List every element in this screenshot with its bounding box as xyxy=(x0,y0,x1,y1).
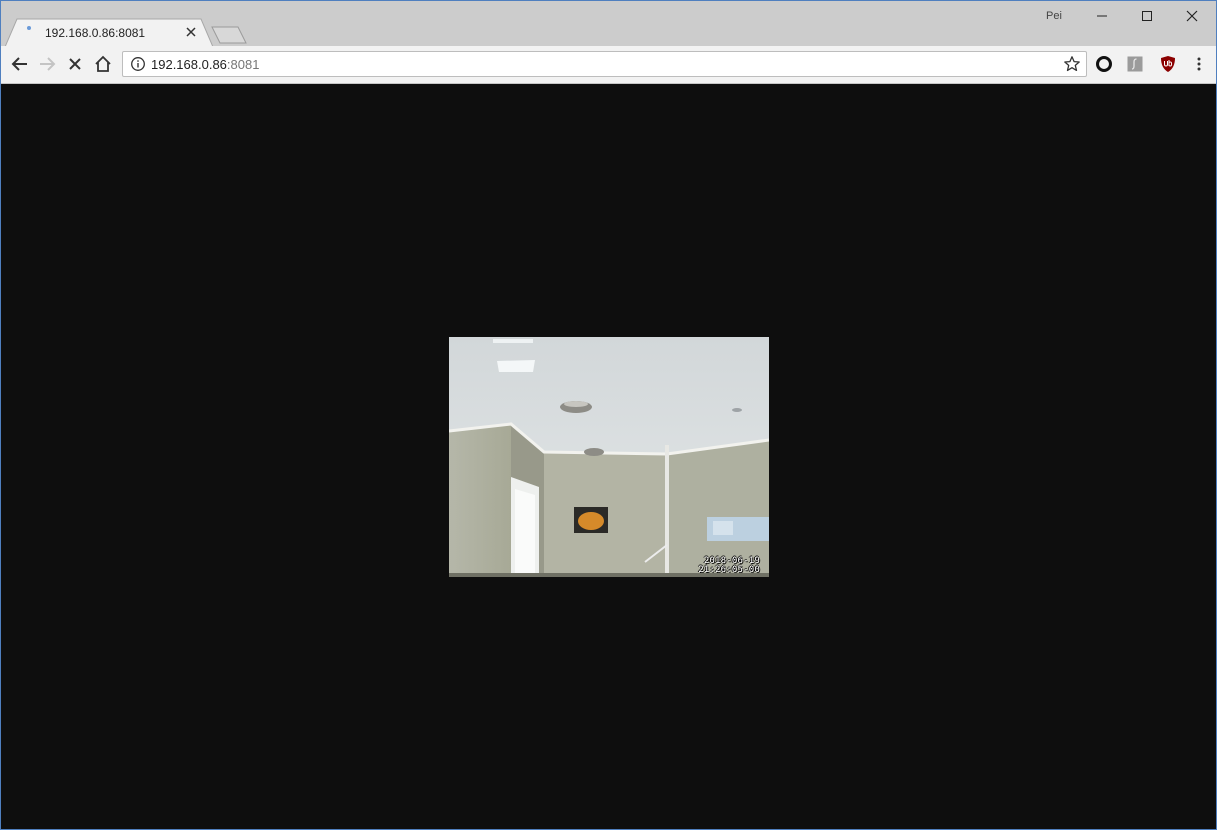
camera-stream-image: 2018-06-19 21:26:05-00 xyxy=(449,337,769,577)
arrow-left-icon xyxy=(11,57,27,71)
camera-timestamp-time: 21:26:05-00 xyxy=(698,565,760,575)
title-bar: 192.168.0.86:8081 Pei xyxy=(1,1,1216,47)
ring-extension-button[interactable] xyxy=(1094,54,1114,74)
close-window-button[interactable] xyxy=(1169,1,1214,31)
forward-button[interactable] xyxy=(35,52,59,76)
home-icon xyxy=(95,55,111,72)
star-icon[interactable] xyxy=(1063,55,1081,73)
kebab-menu-icon xyxy=(1197,57,1201,71)
home-button[interactable] xyxy=(91,52,115,76)
ring-extension-icon xyxy=(1096,56,1112,72)
info-icon[interactable] xyxy=(130,56,146,72)
loading-favicon-icon xyxy=(27,26,31,30)
stop-loading-button[interactable] xyxy=(63,52,87,76)
minimize-button[interactable] xyxy=(1079,1,1124,31)
ublock-shield-icon xyxy=(1161,56,1175,72)
browser-tab[interactable]: 192.168.0.86:8081 xyxy=(5,18,213,47)
new-tab-button[interactable] xyxy=(210,25,248,45)
browser-toolbar: 192.168.0.86:8081 xyxy=(1,46,1216,84)
camera-timestamp: 2018-06-19 21:26:05-00 xyxy=(698,557,760,575)
address-host: 192.168.0.86 xyxy=(151,57,227,72)
script-extension-icon xyxy=(1127,56,1143,72)
script-extension-button[interactable] xyxy=(1125,54,1145,74)
new-tab-icon xyxy=(211,26,247,44)
back-button[interactable] xyxy=(8,52,32,76)
browser-menu-button[interactable] xyxy=(1189,54,1209,74)
close-icon xyxy=(69,58,81,70)
page-content: 2018-06-19 21:26:05-00 xyxy=(1,84,1216,829)
profile-name[interactable]: Pei xyxy=(1046,10,1062,22)
address-bar[interactable]: 192.168.0.86:8081 xyxy=(122,51,1087,77)
maximize-button[interactable] xyxy=(1124,1,1169,31)
arrow-right-icon xyxy=(40,57,56,71)
ublock-extension-button[interactable] xyxy=(1158,54,1178,74)
close-icon xyxy=(1186,10,1197,22)
address-port: :8081 xyxy=(226,57,260,72)
address-url: 192.168.0.86:8081 xyxy=(151,57,259,72)
tab-title: 192.168.0.86:8081 xyxy=(45,26,146,40)
tab-close-button[interactable] xyxy=(183,24,199,40)
minimize-icon xyxy=(1096,15,1107,17)
maximize-icon xyxy=(1141,11,1152,21)
camera-scene xyxy=(449,337,769,577)
close-icon xyxy=(186,27,196,37)
